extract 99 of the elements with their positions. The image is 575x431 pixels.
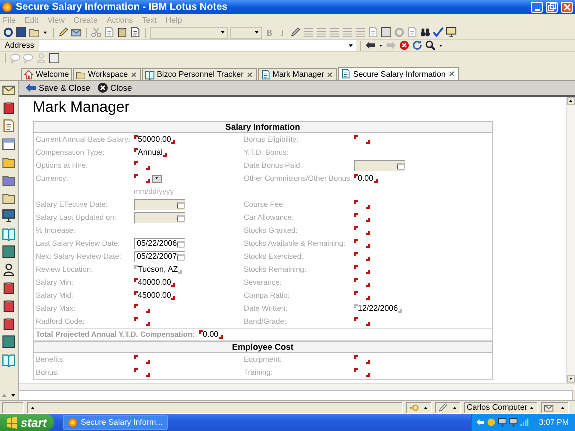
signature-button[interactable] — [435, 402, 461, 414]
close-icon — [564, 4, 570, 10]
text-field[interactable]: 40000.00 — [134, 278, 176, 287]
app-icon — [68, 418, 78, 428]
back-icon[interactable] — [365, 40, 376, 51]
text-field[interactable] — [354, 355, 370, 364]
vertical-scrollbar[interactable] — [566, 97, 575, 383]
close-icon[interactable] — [448, 70, 456, 78]
date-field[interactable] — [134, 198, 186, 210]
section-heading: Salary Information — [33, 121, 493, 133]
paste-icon[interactable] — [117, 27, 128, 38]
up-icon — [452, 404, 458, 410]
text-field[interactable] — [354, 200, 370, 209]
minimize-button[interactable] — [531, 2, 543, 12]
clock: 3:07 PM — [539, 418, 569, 427]
calendar-icon[interactable] — [177, 252, 186, 260]
text-field[interactable] — [134, 304, 150, 313]
text-field[interactable] — [354, 213, 370, 222]
restore-button[interactable] — [546, 2, 558, 12]
text-field[interactable]: Annual — [134, 148, 167, 157]
document-icon — [260, 70, 271, 80]
spell-check-icon[interactable] — [433, 27, 444, 38]
text-field[interactable] — [134, 368, 150, 377]
dropdown-button[interactable] — [152, 174, 162, 182]
folder-icon[interactable] — [2, 191, 16, 205]
taskbar-window-button[interactable]: Secure Salary Inform... — [63, 415, 168, 430]
location-button[interactable]: Carlos Computer — [464, 402, 538, 414]
up-icon — [30, 404, 36, 410]
address-field[interactable] — [39, 40, 356, 51]
tab[interactable]: Mark Manager — [258, 68, 338, 80]
section-heading: Employee Cost — [33, 341, 493, 353]
text-field[interactable] — [354, 278, 370, 287]
text-field[interactable] — [354, 265, 370, 274]
action-button[interactable]: Save & Close — [25, 82, 90, 94]
search-icon[interactable] — [425, 40, 436, 51]
total-value: 0.00 — [199, 330, 223, 339]
text-field[interactable] — [354, 239, 370, 248]
key-icon — [409, 402, 419, 412]
up-icon — [423, 404, 429, 410]
scroll-down-button[interactable] — [567, 375, 575, 383]
calendar-icon[interactable] — [177, 240, 186, 248]
date-field[interactable]: 05/22/2006 — [134, 238, 186, 250]
minimize-icon — [534, 8, 540, 10]
book-icon[interactable] — [2, 227, 16, 241]
tab[interactable]: Welcome — [21, 68, 72, 80]
book-icon — [145, 70, 156, 80]
close-icon — [96, 82, 108, 94]
text-field[interactable] — [354, 291, 370, 300]
document-title: Mark Manager — [33, 99, 131, 116]
restore-icon — [548, 3, 556, 11]
status-message[interactable] — [27, 402, 403, 414]
security-button[interactable] — [406, 402, 432, 414]
up-icon — [560, 404, 566, 410]
scroll-up-button[interactable] — [567, 97, 575, 105]
text-field[interactable] — [354, 252, 370, 261]
text-field[interactable] — [354, 368, 370, 377]
stop-icon[interactable] — [399, 40, 410, 51]
text-field[interactable]: Tucson, AZ — [134, 265, 182, 274]
text-field[interactable] — [134, 317, 150, 326]
windows-logo-icon — [6, 416, 18, 428]
mail-icon[interactable] — [2, 83, 16, 97]
date-field[interactable] — [354, 160, 406, 172]
text-field[interactable]: 45000.00 — [134, 291, 176, 300]
save-close-icon — [25, 82, 37, 94]
home-icon — [24, 70, 34, 80]
tab[interactable]: Secure Salary Information — [338, 67, 459, 80]
text-field[interactable] — [134, 355, 150, 364]
date-field[interactable]: 05/22/2007 — [134, 250, 186, 262]
calendar-icon[interactable] — [177, 200, 185, 208]
caret-icon — [154, 176, 160, 181]
app-icon — [2, 2, 13, 12]
close-button[interactable] — [561, 2, 573, 12]
calendar-icon[interactable] — [2, 137, 16, 151]
tab[interactable]: Workspace — [73, 68, 142, 80]
text-field[interactable] — [134, 161, 150, 170]
window-title: Secure Salary Information - IBM Lotus Notes — [16, 2, 229, 12]
close-icon[interactable] — [246, 70, 254, 78]
date-field[interactable] — [134, 212, 186, 224]
close-icon[interactable] — [130, 70, 138, 78]
horizontal-scrollbar[interactable] — [19, 383, 575, 390]
address-label: Address — [4, 41, 36, 50]
person-icon[interactable] — [2, 263, 16, 277]
calendar-icon[interactable] — [177, 214, 185, 222]
action-button[interactable]: Close — [96, 82, 132, 94]
document-icon — [341, 69, 352, 79]
inbox-button[interactable] — [541, 402, 570, 414]
tab[interactable]: Bizco Personnel Tracker — [142, 68, 257, 80]
text-field[interactable]: 0.00 — [354, 174, 378, 183]
text-field[interactable] — [134, 174, 150, 183]
up-icon — [529, 404, 536, 410]
text-field[interactable]: 12/22/2006 — [354, 304, 402, 313]
text-field[interactable] — [354, 135, 370, 144]
close-icon[interactable] — [326, 70, 334, 78]
book-icon[interactable] — [2, 353, 16, 367]
text-field[interactable] — [354, 317, 370, 326]
text-field[interactable]: 50000.00 — [134, 135, 176, 144]
text-field[interactable] — [354, 226, 370, 235]
find-icon[interactable] — [420, 27, 431, 38]
calendar-icon[interactable] — [397, 162, 405, 170]
